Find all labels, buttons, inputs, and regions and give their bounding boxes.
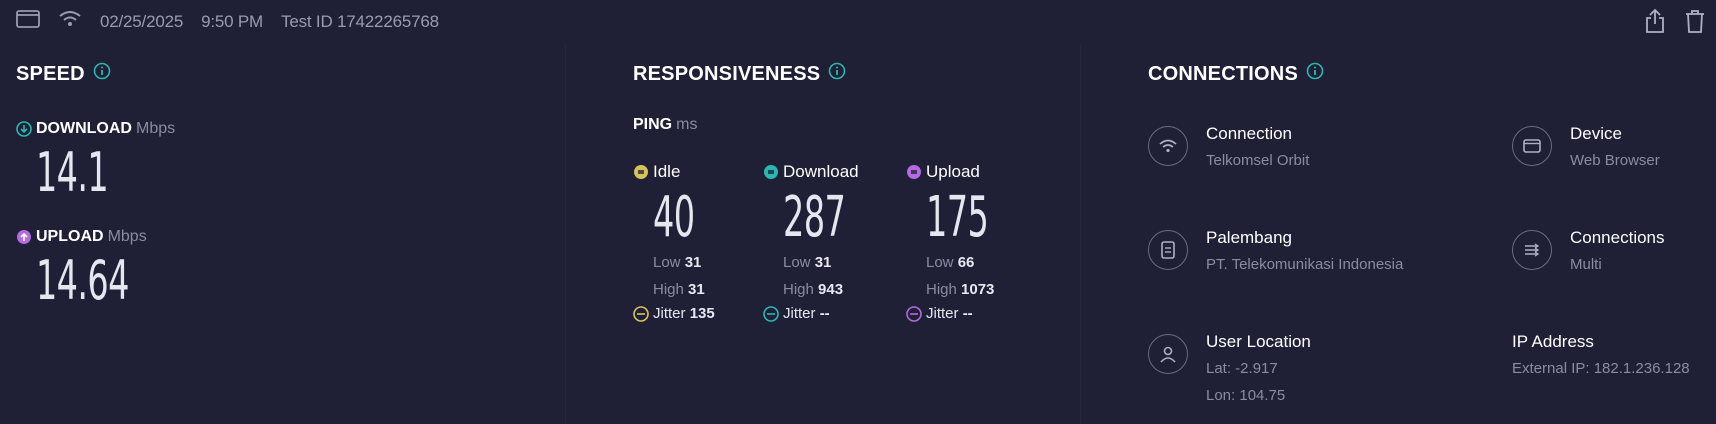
wifi-icon [1148, 126, 1188, 166]
browser-icon [1512, 126, 1552, 166]
jitter-icon [763, 305, 779, 322]
connections-title: CONNECTIONS [1148, 62, 1716, 86]
share-icon[interactable] [1644, 8, 1666, 39]
test-date: 02/25/2025 [100, 11, 184, 31]
ping-label: PING ms [633, 116, 698, 133]
connections-section: CONNECTIONS Connection Telkomsel Orbit P… [1148, 44, 1716, 424]
connections-mode-info: Connections Multi [1512, 228, 1665, 273]
idle-icon [634, 165, 648, 179]
download-arrow-icon [16, 121, 32, 137]
download-high: High 943 [783, 281, 844, 298]
user-icon [1148, 334, 1188, 374]
connection-info: Connection Telkomsel Orbit [1148, 124, 1309, 169]
ping-download: Download 287 Low 31 High 943 Jitter -- [763, 162, 887, 322]
download-label: DOWNLOAD Mbps [16, 120, 186, 138]
upload-label: UPLOAD Mbps [16, 228, 186, 246]
wifi-icon [58, 10, 82, 33]
idle-ping-value: 40 [653, 185, 695, 250]
info-icon[interactable] [93, 62, 111, 86]
upload-arrow-icon [16, 229, 32, 245]
idle-high: High 31 [653, 281, 705, 298]
idle-jitter: Jitter 135 [633, 305, 722, 322]
speed-title: SPEED [16, 62, 186, 86]
download-jitter: Jitter -- [763, 305, 887, 322]
speed-section: SPEED DOWNLOAD Mbps 14.1 UPLOAD Mbps 14.… [16, 44, 186, 308]
ip-address-info: IP Address External IP: 182.1.236.128 [1512, 332, 1690, 377]
download-value: 14.1 [36, 141, 109, 204]
test-id: Test ID 17422265768 [281, 11, 439, 31]
download-ping-label: Download [763, 162, 887, 182]
responsiveness-section: RESPONSIVENESS PING ms Idle 40 Low 31 Hi… [633, 44, 1063, 424]
download-ping-icon [764, 165, 778, 179]
window-icon [16, 10, 40, 33]
upload-high: High 1073 [926, 281, 995, 298]
divider [1080, 44, 1081, 424]
multi-connection-icon [1512, 230, 1552, 270]
server-info: Palembang PT. Telekomunikasi Indonesia [1148, 228, 1403, 273]
jitter-icon [633, 305, 649, 322]
download-low: Low 31 [783, 254, 832, 271]
upload-jitter: Jitter -- [906, 305, 1030, 322]
ping-upload: Upload 175 Low 66 High 1073 Jitter -- [906, 162, 1030, 322]
divider [565, 44, 566, 424]
device-info: Device Web Browser [1512, 124, 1660, 169]
jitter-icon [906, 305, 922, 322]
info-icon[interactable] [1306, 62, 1324, 86]
responsiveness-title: RESPONSIVENESS [633, 62, 1063, 86]
upload-ping-icon [907, 165, 921, 179]
upload-ping-label: Upload [906, 162, 1030, 182]
server-icon [1148, 230, 1188, 270]
download-ping-value: 287 [783, 185, 846, 250]
upload-low: Low 66 [926, 254, 975, 271]
idle-label: Idle [633, 162, 722, 182]
upload-ping-value: 175 [926, 185, 989, 250]
idle-low: Low 31 [653, 254, 702, 271]
test-time: 9:50 PM [201, 11, 264, 31]
results-header: 02/25/2025 9:50 PM Test ID 17422265768 [0, 0, 1716, 44]
delete-icon[interactable] [1684, 8, 1706, 39]
ping-idle: Idle 40 Low 31 High 31 Jitter 135 [633, 162, 722, 322]
info-icon[interactable] [828, 62, 846, 86]
upload-value: 14.64 [36, 249, 129, 312]
user-location-info: User Location Lat: -2.917 Lon: 104.75 [1148, 332, 1311, 404]
